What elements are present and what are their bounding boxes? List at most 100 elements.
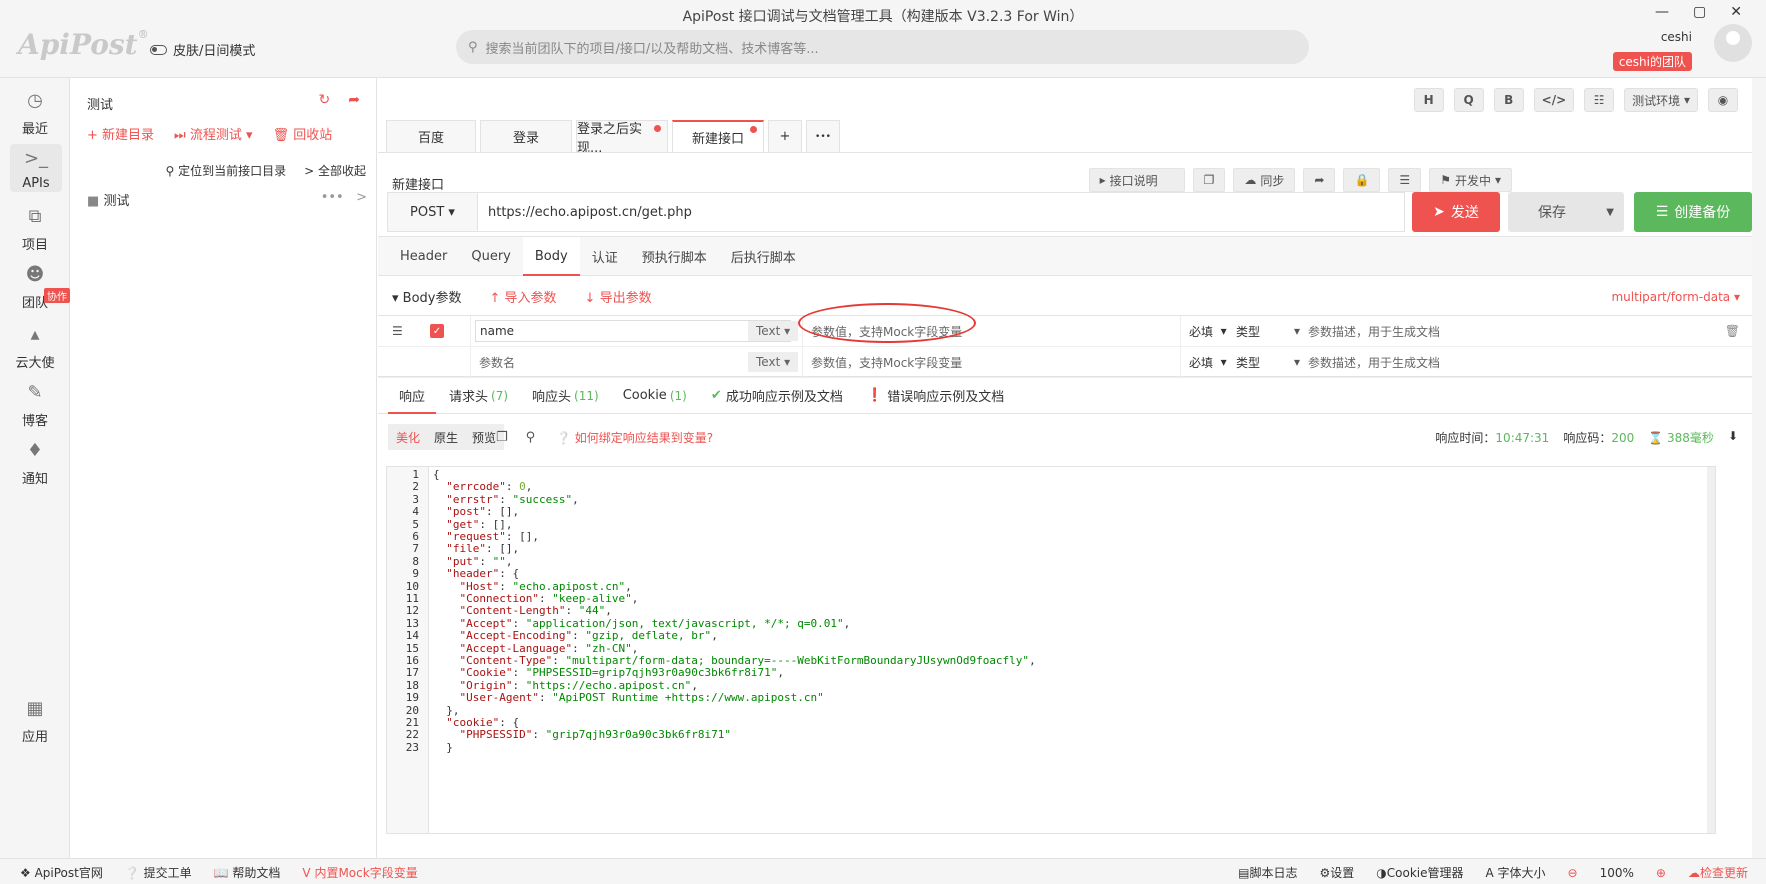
api-name[interactable]: 新建接口 <box>392 174 444 193</box>
view-preview[interactable]: 预览 <box>472 429 496 446</box>
tab-pre-script[interactable]: 预执行脚本 <box>630 237 719 275</box>
body-params-toggle[interactable]: ▾ Body参数 <box>392 287 462 306</box>
tab-response-headers[interactable]: 响应头 (11) <box>521 378 610 413</box>
save-button[interactable]: 保存 ▼ <box>1508 192 1624 232</box>
bind-help-link[interactable]: ❔ 如何绑定响应结果到变量? <box>556 429 713 446</box>
tab-new-api[interactable]: 新建接口 <box>672 120 764 152</box>
param-checkbox[interactable]: ✓ <box>430 316 444 346</box>
check-update-button[interactable]: ☁检查更新 <box>1688 864 1748 881</box>
sync-button[interactable]: ☁ 同步 <box>1233 168 1296 192</box>
chevron-down-icon[interactable]: ▾ <box>1294 316 1300 346</box>
zoom-out-icon[interactable]: ⊖ <box>1568 866 1578 880</box>
view-raw[interactable]: 原生 <box>434 429 458 446</box>
download-icon[interactable]: ⬇ <box>1728 429 1738 446</box>
maximize-icon[interactable]: ▢ <box>1693 4 1706 20</box>
response-code-view[interactable]: 1 2 3 4 5 6 7 8 9 10 11 12 13 14 15 16 17 18 19 20 21 22 23 { … <box>386 466 1716 834</box>
app-logo[interactable]: ApiPost® <box>18 28 149 61</box>
team-badge[interactable]: ceshi的团队 <box>1612 52 1692 71</box>
ticket-link[interactable]: ❔ 提交工单 <box>125 864 192 881</box>
method-select[interactable]: POST ▾ <box>388 193 478 231</box>
minimize-icon[interactable]: — <box>1655 4 1669 20</box>
search-icon[interactable]: ⚲ <box>526 430 536 445</box>
tab-auth[interactable]: 认证 <box>580 237 630 275</box>
export-params-button[interactable]: ↓ 导出参数 <box>585 287 652 306</box>
code-button[interactable]: </> <box>1533 88 1575 112</box>
username[interactable]: ceshi <box>1661 30 1692 44</box>
more-tabs-button[interactable]: ••• <box>806 120 840 152</box>
kind-select[interactable]: 类型 <box>1236 316 1260 346</box>
tab-after-login[interactable]: 登录之后实现... <box>576 120 668 156</box>
share-icon[interactable]: ➦ <box>348 92 360 108</box>
required-select[interactable]: 必填 ▾ <box>1180 316 1227 346</box>
backup-button[interactable]: ☰ 创建备份 <box>1634 192 1752 232</box>
official-site-link[interactable]: ❖ ApiPost官网 <box>20 864 103 881</box>
url-input[interactable]: https://echo.apipost.cn/get.php <box>478 193 1404 231</box>
page-scrollbar[interactable] <box>1752 78 1766 858</box>
global-search-input[interactable]: ⚲ 搜索当前团队下的项目/接口/以及帮助文档、技术博客等... <box>456 30 1309 64</box>
tab-cookie[interactable]: Cookie (1) <box>612 378 698 413</box>
status-select[interactable]: ⚑ 开发中 ▾ <box>1429 168 1512 192</box>
mock-vars-link[interactable]: V 内置Mock字段变量 <box>302 864 417 881</box>
param-value-input[interactable]: 参数值，支持Mock字段变量 <box>802 347 1180 377</box>
tab-header[interactable]: Header <box>388 237 459 275</box>
new-dir-button[interactable]: + 新建目录 <box>87 124 154 143</box>
param-desc-input[interactable]: 参数描述，用于生成文档 <box>1308 316 1440 346</box>
chevron-down-icon[interactable]: ▾ <box>1294 347 1300 377</box>
lock-icon[interactable]: 🔒 <box>1343 168 1381 192</box>
tab-post-script[interactable]: 后执行脚本 <box>719 237 808 275</box>
database-icon[interactable]: ☰ <box>1388 168 1422 192</box>
copy-icon[interactable]: ❐ <box>1192 168 1226 192</box>
nav-apis[interactable]: >_ APIs <box>10 144 62 192</box>
close-icon[interactable]: ✕ <box>1730 4 1742 20</box>
nav-projects[interactable]: ⧉ 项目 <box>0 206 70 253</box>
folder-more-icon[interactable]: ••• > <box>321 190 367 209</box>
import-params-button[interactable]: ↑ 导入参数 <box>490 287 557 306</box>
locate-button[interactable]: ⚲ 定位到当前接口目录 <box>165 162 286 179</box>
quote-button[interactable]: Q <box>1453 88 1484 112</box>
send-button[interactable]: ➤ 发送 <box>1412 192 1500 232</box>
tab-request-headers[interactable]: 请求头 (7) <box>438 378 519 413</box>
refresh-icon[interactable]: ↻ <box>319 92 331 108</box>
recycle-button[interactable]: 🗑 回收站 <box>273 124 333 143</box>
tab-login[interactable]: 登录 <box>480 120 572 152</box>
tree-folder[interactable]: ■ 测试 ••• > <box>87 190 367 209</box>
flow-test-button[interactable]: ⏭ 流程测试 ▾ <box>174 124 253 143</box>
param-type-select[interactable]: Text ▾ <box>748 316 799 346</box>
add-tab-button[interactable]: + <box>768 120 802 152</box>
settings-button[interactable]: ⚙设置 <box>1320 864 1355 881</box>
share-icon[interactable]: ➦ <box>1303 168 1336 192</box>
help-doc-link[interactable]: 📖 帮助文档 <box>214 864 281 881</box>
nav-blog[interactable]: ✎ 博客 <box>0 382 70 429</box>
script-log-button[interactable]: ▤脚本日志 <box>1238 864 1297 881</box>
kind-select[interactable]: 类型 <box>1236 347 1260 377</box>
copy-icon[interactable]: ❐ <box>496 430 508 445</box>
doc-button[interactable]: ▸ 接口说明 <box>1088 168 1185 192</box>
tab-query[interactable]: Query <box>459 237 523 275</box>
env-select[interactable]: 测试环境 ▾ <box>1624 88 1698 112</box>
nav-ambassador[interactable]: ▴ 云大使 <box>0 324 70 371</box>
bold-button[interactable]: B <box>1493 88 1524 112</box>
tab-body[interactable]: Body <box>522 237 580 276</box>
tab-error-doc[interactable]: ❗ 错误响应示例及文档 <box>856 378 1015 413</box>
param-desc-input[interactable]: 参数描述，用于生成文档 <box>1308 347 1440 377</box>
content-type-select[interactable]: multipart/form-data ▾ <box>1611 290 1740 304</box>
nav-apps[interactable]: ▦ 应用 <box>0 698 70 745</box>
sliders-button[interactable]: ☷ <box>1584 88 1615 112</box>
required-select[interactable]: 必填 ▾ <box>1180 347 1227 377</box>
tab-response[interactable]: 响应 <box>388 378 437 414</box>
chevron-down-icon[interactable]: ▼ <box>1606 207 1614 218</box>
delete-icon[interactable]: 🗑 <box>1725 316 1740 346</box>
view-pretty[interactable]: 美化 <box>396 429 420 446</box>
heading-button[interactable]: H <box>1413 88 1444 112</box>
tab-success-doc[interactable]: ✔ 成功响应示例及文档 <box>700 378 854 413</box>
param-type-select[interactable]: Text ▾ <box>748 347 799 377</box>
tab-baidu[interactable]: 百度 <box>386 120 476 152</box>
eye-button[interactable]: ◉ <box>1708 88 1738 112</box>
avatar[interactable] <box>1714 24 1752 62</box>
cookie-manager-button[interactable]: ◑Cookie管理器 <box>1376 864 1463 881</box>
nav-notify[interactable]: ♦ 通知 <box>0 440 70 487</box>
vertical-scrollbar[interactable] <box>1707 467 1715 833</box>
drag-handle-icon[interactable]: ☰ <box>392 316 403 346</box>
nav-recent[interactable]: ◷ 最近 <box>0 90 70 137</box>
collapse-all-button[interactable]: > 全部收起 <box>304 162 366 179</box>
